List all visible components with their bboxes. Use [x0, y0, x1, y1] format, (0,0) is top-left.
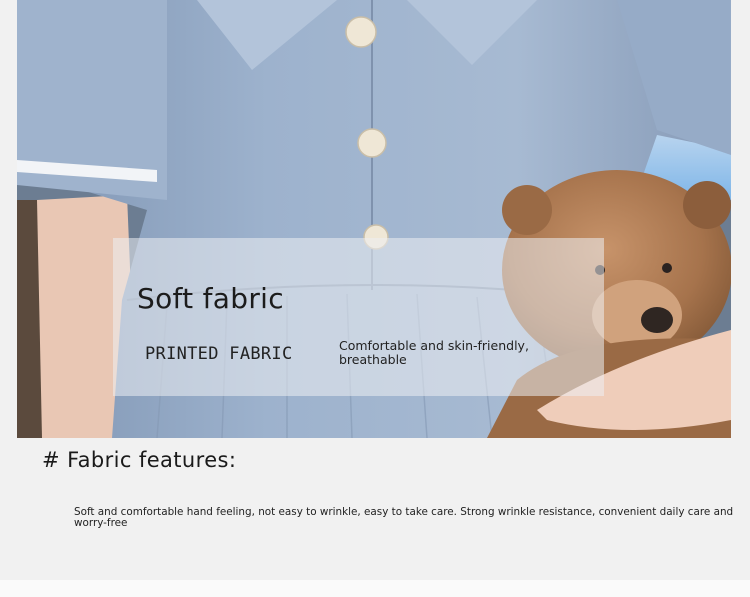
feature-overlay-panel: [113, 238, 604, 396]
overlay-description: Comfortable and skin-friendly, breathabl…: [339, 338, 529, 367]
overlay-title: Soft fabric: [137, 282, 284, 315]
section-body: Soft and comfortable hand feeling, not e…: [74, 506, 734, 529]
overlay-tag: PRINTED FABRIC: [145, 344, 293, 364]
bottom-band: [0, 580, 750, 597]
section-heading: # Fabric features:: [42, 448, 237, 472]
